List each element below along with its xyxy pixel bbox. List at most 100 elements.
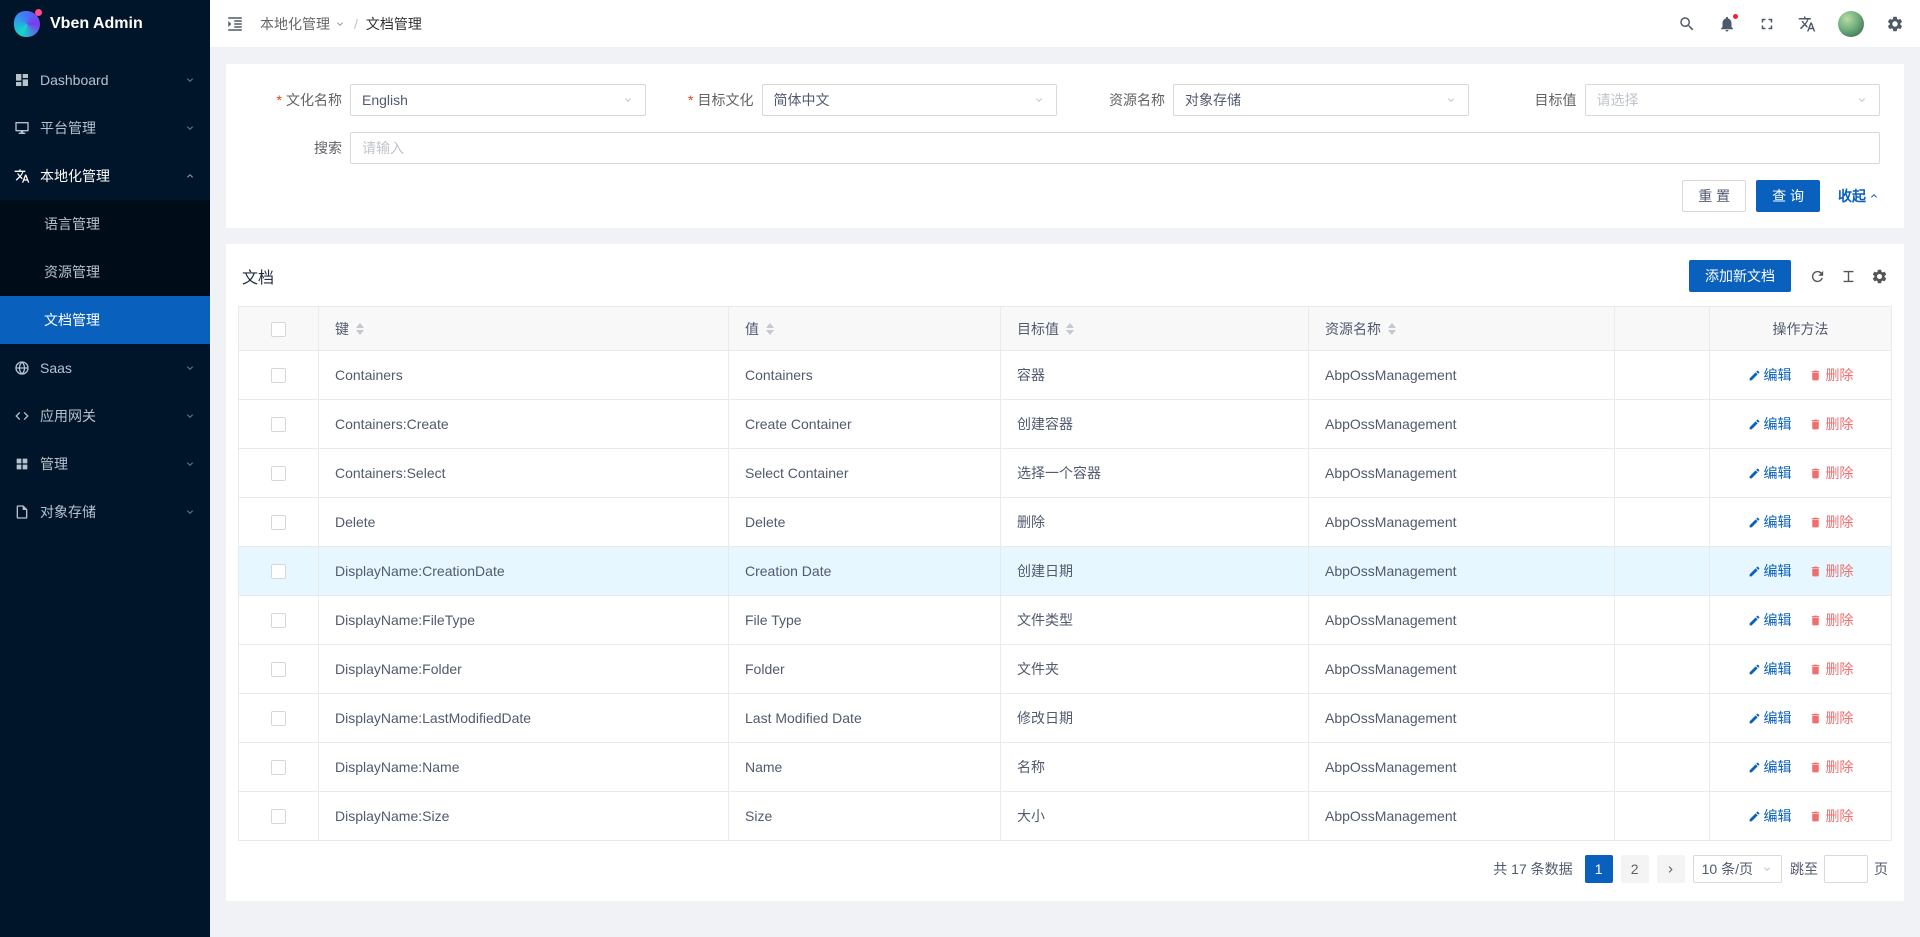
row-checkbox[interactable] — [271, 368, 286, 383]
sort-icons[interactable] — [1388, 323, 1396, 335]
sidebar-item-document-management[interactable]: 文档管理 — [0, 296, 210, 344]
page-button-1[interactable]: 1 — [1585, 855, 1613, 883]
cell-empty — [1615, 498, 1710, 547]
edit-button[interactable]: 编辑 — [1748, 463, 1792, 483]
row-height-icon[interactable] — [1840, 268, 1857, 285]
add-document-button[interactable]: 添加新文档 — [1689, 260, 1791, 292]
row-checkbox[interactable] — [271, 515, 286, 530]
column-settings-icon[interactable] — [1871, 268, 1888, 285]
sidebar-item-management[interactable]: 管理 — [0, 440, 210, 488]
sort-icons[interactable] — [356, 323, 364, 335]
delete-button[interactable]: 删除 — [1809, 757, 1853, 777]
edit-button[interactable]: 编辑 — [1748, 414, 1792, 434]
edit-button[interactable]: 编辑 — [1748, 806, 1792, 826]
dashboard-icon — [14, 72, 30, 88]
sidebar-item-object-storage[interactable]: 对象存储 — [0, 488, 210, 536]
translate-icon[interactable] — [1798, 15, 1816, 33]
fullscreen-icon[interactable] — [1758, 15, 1776, 33]
page-size-select[interactable]: 10 条/页 — [1693, 855, 1782, 883]
chevron-down-icon — [184, 122, 196, 134]
next-page-button[interactable] — [1657, 855, 1685, 883]
cell-target: 删除 — [1001, 498, 1309, 547]
jump-page-input[interactable] — [1824, 855, 1868, 883]
cell-value: Containers — [729, 351, 1001, 400]
delete-button[interactable]: 删除 — [1809, 610, 1853, 630]
delete-button[interactable]: 删除 — [1809, 708, 1853, 728]
sidebar-fold-icon[interactable] — [226, 15, 244, 33]
row-checkbox[interactable] — [271, 466, 286, 481]
row-checkbox[interactable] — [271, 613, 286, 628]
search-input[interactable] — [350, 132, 1880, 164]
row-checkbox[interactable] — [271, 662, 286, 677]
edit-button[interactable]: 编辑 — [1748, 659, 1792, 679]
cell-target: 创建日期 — [1001, 547, 1309, 596]
row-checkbox[interactable] — [271, 417, 286, 432]
cell-key: Containers — [319, 351, 729, 400]
bell-icon[interactable] — [1718, 15, 1736, 33]
edit-button[interactable]: 编辑 — [1748, 561, 1792, 581]
edit-button[interactable]: 编辑 — [1748, 757, 1792, 777]
sidebar-item-platform[interactable]: 平台管理 — [0, 104, 210, 152]
column-header-key: 键 — [335, 319, 349, 339]
page-button-2[interactable]: 2 — [1621, 855, 1649, 883]
table-row: DisplayName:Size Size 大小 AbpOssManagemen… — [239, 792, 1892, 841]
row-checkbox[interactable] — [271, 760, 286, 775]
delete-button[interactable]: 删除 — [1809, 365, 1853, 385]
table-row: DisplayName:Folder Folder 文件夹 AbpOssMana… — [239, 645, 1892, 694]
table-row: Containers:Select Select Container 选择一个容… — [239, 449, 1892, 498]
row-checkbox[interactable] — [271, 564, 286, 579]
breadcrumb-separator: / — [354, 16, 358, 32]
settings-gear-icon[interactable] — [1886, 15, 1904, 33]
target-value-label: 目标值 — [1485, 90, 1585, 110]
sidebar-item-saas[interactable]: Saas — [0, 344, 210, 392]
edit-button[interactable]: 编辑 — [1748, 512, 1792, 532]
sidebar: Vben Admin Dashboard 平台管理 本地化管理 语言管理 — [0, 0, 210, 937]
sort-icons[interactable] — [766, 323, 774, 335]
breadcrumb-item-localization[interactable]: 本地化管理 — [260, 14, 346, 34]
reset-button[interactable]: 重 置 — [1682, 180, 1746, 212]
target-culture-select[interactable]: 简体中文 — [762, 84, 1058, 116]
resource-select[interactable]: 对象存储 — [1173, 84, 1469, 116]
edit-button[interactable]: 编辑 — [1748, 365, 1792, 385]
select-all-checkbox[interactable] — [271, 322, 286, 337]
storage-icon — [14, 504, 30, 520]
query-button[interactable]: 查 询 — [1756, 180, 1820, 212]
cell-value: Create Container — [729, 400, 1001, 449]
target-value-select[interactable]: 请选择 — [1585, 84, 1881, 116]
delete-button[interactable]: 删除 — [1809, 512, 1853, 532]
delete-button[interactable]: 删除 — [1809, 806, 1853, 826]
sidebar-item-localization[interactable]: 本地化管理 — [0, 152, 210, 200]
cell-actions: 编辑 删除 — [1710, 596, 1892, 645]
delete-button[interactable]: 删除 — [1809, 659, 1853, 679]
app-title: Vben Admin — [50, 15, 143, 33]
edit-button[interactable]: 编辑 — [1748, 708, 1792, 728]
sidebar-item-language-management[interactable]: 语言管理 — [0, 200, 210, 248]
chevron-down-icon — [184, 506, 196, 518]
cell-key: Containers:Select — [319, 449, 729, 498]
table-row: DisplayName:LastModifiedDate Last Modifi… — [239, 694, 1892, 743]
column-header-value: 值 — [745, 319, 759, 339]
delete-button[interactable]: 删除 — [1809, 561, 1853, 581]
chevron-down-icon — [184, 74, 196, 86]
sort-icons[interactable] — [1066, 323, 1074, 335]
culture-select[interactable]: English — [350, 84, 646, 116]
cell-target: 名称 — [1001, 743, 1309, 792]
sidebar-item-resource-management[interactable]: 资源管理 — [0, 248, 210, 296]
search-icon[interactable] — [1678, 15, 1696, 33]
delete-button[interactable]: 删除 — [1809, 463, 1853, 483]
avatar[interactable] — [1838, 11, 1864, 37]
refresh-icon[interactable] — [1809, 268, 1826, 285]
sidebar-item-gateway[interactable]: 应用网关 — [0, 392, 210, 440]
table-title: 文档 — [242, 264, 274, 288]
collapse-link[interactable]: 收起 — [1838, 186, 1880, 206]
row-checkbox[interactable] — [271, 711, 286, 726]
delete-button[interactable]: 删除 — [1809, 414, 1853, 434]
table-row: Delete Delete 删除 AbpOssManagement 编辑 删除 — [239, 498, 1892, 547]
logo[interactable]: Vben Admin — [0, 0, 210, 48]
cell-actions: 编辑 删除 — [1710, 449, 1892, 498]
edit-button[interactable]: 编辑 — [1748, 610, 1792, 630]
sidebar-item-dashboard[interactable]: Dashboard — [0, 56, 210, 104]
chevron-down-icon — [1445, 94, 1457, 106]
cell-resource: AbpOssManagement — [1309, 498, 1615, 547]
row-checkbox[interactable] — [271, 809, 286, 824]
